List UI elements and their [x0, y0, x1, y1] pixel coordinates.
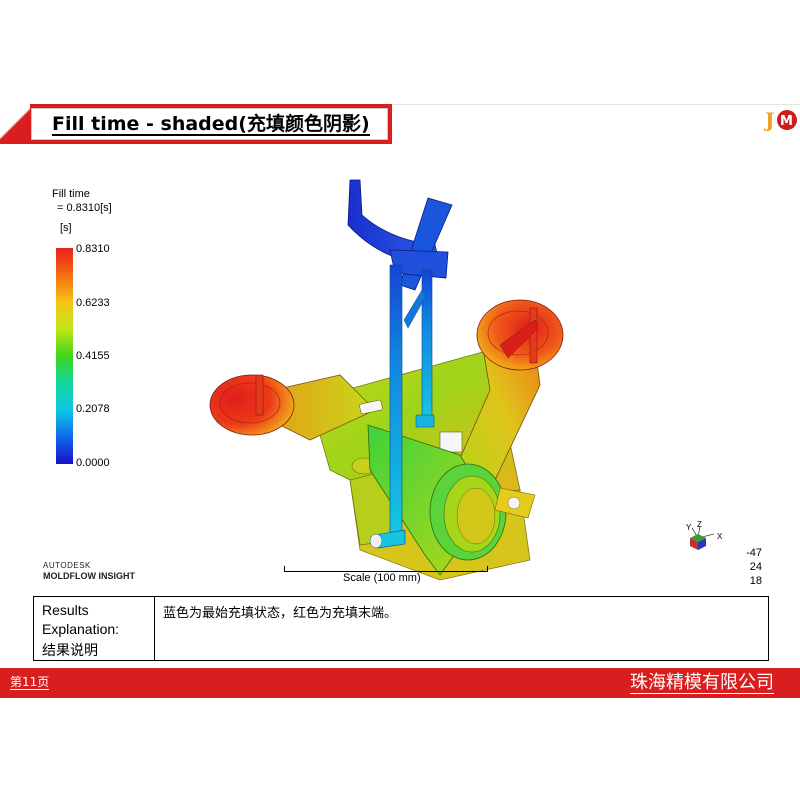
legend-tick-label: 0.0000 [76, 457, 110, 469]
legend-tick-label: 0.2078 [76, 403, 110, 415]
page-number: 第11页 [10, 675, 50, 690]
autodesk-label: AUTODESK [43, 561, 91, 570]
jm-logo-icon: J M [763, 108, 797, 132]
legend-color-bar [56, 248, 73, 464]
legend-result-value: = 0.8310[s] [57, 202, 112, 214]
triad-value: 24 [749, 561, 762, 573]
triad-axis-label: X [717, 532, 723, 541]
triad-value: 18 [749, 575, 762, 587]
triad-axis-label: Z [697, 520, 702, 529]
legend-tick-label: 0.4155 [76, 350, 110, 362]
legend-tick-label: 0.6233 [76, 297, 110, 309]
results-divider [154, 596, 155, 661]
page-title: Fill time - shaded(充填颜色阴影) [52, 113, 370, 136]
results-label: Results [42, 602, 89, 618]
moldflow-insight-label: MOLDFLOW INSIGHT [43, 571, 135, 581]
svg-text:M: M [780, 114, 793, 129]
legend-unit: [s] [60, 222, 72, 234]
results-label-chinese: 结果说明 [42, 643, 98, 659]
results-explanation-text: 蓝色为最始充填状态，红色为充填末端。 [163, 606, 398, 621]
svg-text:J: J [764, 108, 774, 132]
triad-axis-label: Y [686, 523, 692, 532]
legend-result-name: Fill time [52, 188, 90, 200]
results-table [33, 596, 769, 661]
header-divider [392, 104, 800, 105]
triad-value: -47 [746, 547, 762, 559]
company-logo: J M [763, 105, 798, 135]
results-label: Explanation: [42, 621, 120, 637]
scale-label: Scale (100 mm) [343, 572, 421, 584]
legend-tick-label: 0.8310 [76, 243, 110, 255]
company-name: 珠海精模有限公司 [630, 672, 774, 694]
fill-time-model-view [209, 179, 564, 581]
